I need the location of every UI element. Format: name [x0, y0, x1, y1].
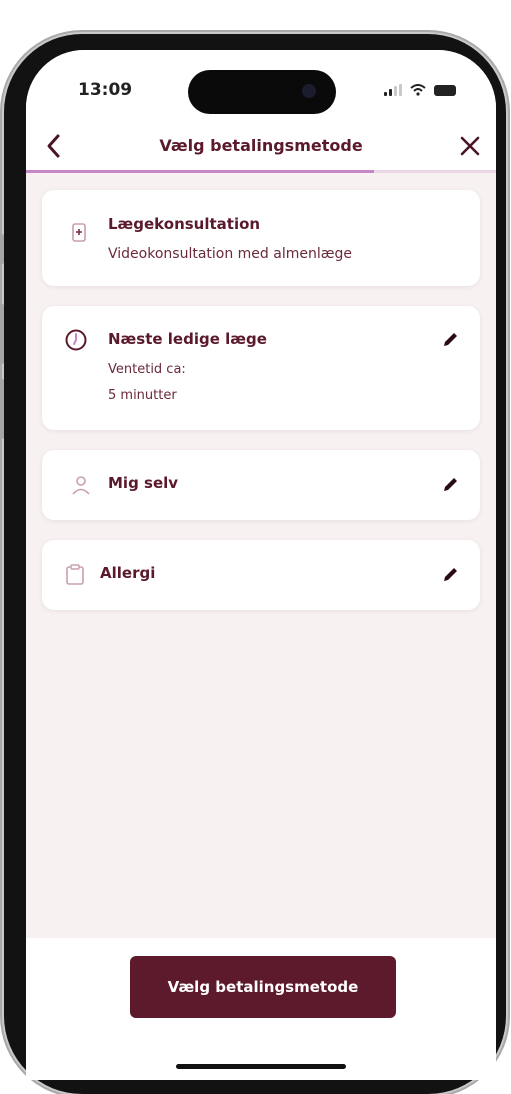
consultation-card: Lægekonsultation Videokonsultation med a… — [42, 190, 480, 286]
dynamic-island — [188, 70, 336, 114]
status-icons — [384, 84, 456, 96]
pencil-icon[interactable] — [440, 475, 460, 495]
reason-card[interactable]: Allergi — [42, 540, 480, 610]
card-title: Allergi — [100, 564, 156, 582]
wait-time: 5 minutter — [108, 388, 177, 403]
card-subtitle: Videokonsultation med almenlæge — [108, 246, 352, 262]
medical-icon — [72, 223, 86, 242]
pencil-icon[interactable] — [440, 565, 460, 585]
bottom-bar: Vælg betalingsmetode — [26, 938, 496, 1080]
battery-icon — [434, 84, 456, 96]
patient-card[interactable]: Mig selv — [42, 450, 480, 520]
status-bar: 13:09 — [26, 50, 496, 122]
card-title: Næste ledige læge — [108, 330, 267, 348]
nav-bar: Vælg betalingsmetode — [26, 122, 496, 172]
wifi-icon — [410, 84, 426, 96]
app-screen: 13:09 Vælg betalingsmetode Lægekonsultat… — [26, 50, 496, 1080]
mute-switch — [0, 234, 4, 264]
camera-icon — [302, 84, 316, 98]
doctor-card[interactable]: Næste ledige læge Ventetid ca: 5 minutte… — [42, 306, 480, 430]
volume-down-button — [0, 379, 4, 439]
signal-icon — [384, 84, 402, 96]
volume-up-button — [0, 304, 4, 364]
clock-icon — [65, 329, 87, 351]
home-indicator — [176, 1064, 346, 1069]
wait-label: Ventetid ca: — [108, 362, 186, 377]
status-time: 13:09 — [78, 80, 133, 100]
progress-bar — [26, 170, 496, 173]
card-title: Lægekonsultation — [108, 215, 261, 233]
person-icon — [72, 476, 90, 495]
clipboard-icon — [66, 564, 84, 585]
pencil-icon[interactable] — [440, 330, 460, 350]
page-title: Vælg betalingsmetode — [159, 136, 363, 155]
close-icon[interactable] — [454, 130, 486, 162]
choose-payment-button[interactable]: Vælg betalingsmetode — [130, 956, 396, 1018]
progress-fill — [26, 170, 374, 173]
card-title: Mig selv — [108, 474, 179, 492]
